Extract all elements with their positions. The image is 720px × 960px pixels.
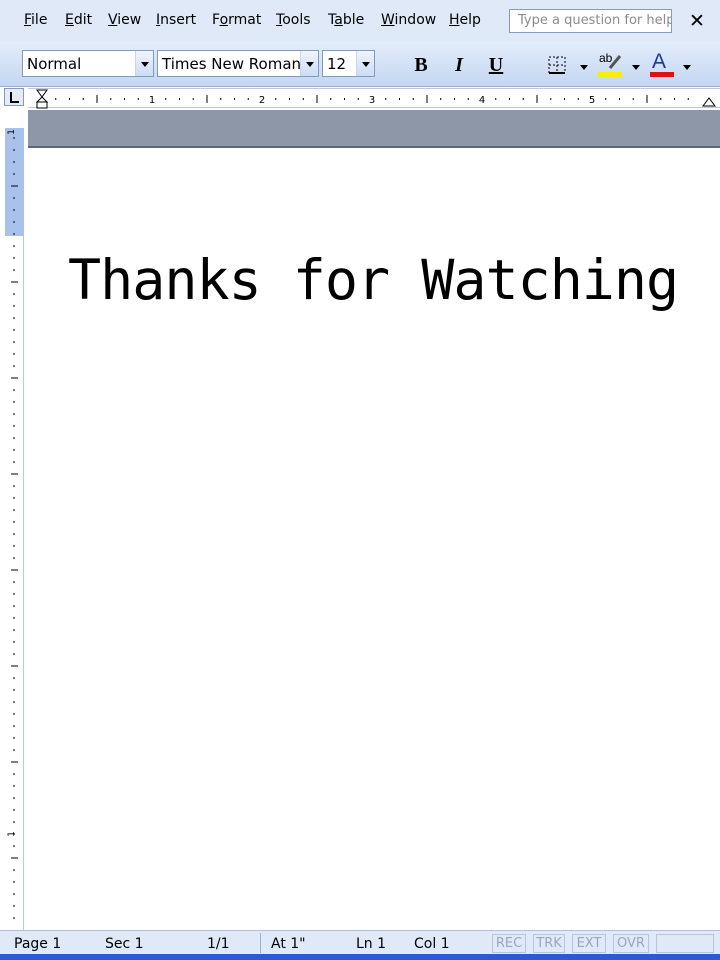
status-trk[interactable]: TRK xyxy=(533,934,565,953)
chevron-down-icon[interactable] xyxy=(300,51,318,76)
taskbar-edge xyxy=(0,954,720,960)
ruler-number: 1 xyxy=(7,129,17,135)
chevron-down-icon[interactable] xyxy=(135,51,153,76)
ruler-number: 1 xyxy=(7,831,17,837)
ruler-number: 4 xyxy=(479,95,485,106)
font-select[interactable]: Times New Roman xyxy=(157,50,319,77)
ruler-number: 2 xyxy=(259,95,265,106)
menu-help[interactable]: Help xyxy=(449,12,481,28)
menu-bar: File Edit View Insert Format Tools Table… xyxy=(0,0,720,42)
menu-window[interactable]: Window xyxy=(381,12,436,28)
menu-table[interactable]: Table xyxy=(328,12,364,28)
vertical-ruler[interactable]: 11 xyxy=(5,128,24,930)
menu-insert[interactable]: Insert xyxy=(156,12,196,28)
menu-tools[interactable]: Tools xyxy=(276,12,311,28)
underline-button[interactable]: U xyxy=(484,52,508,78)
chevron-down-icon[interactable] xyxy=(356,51,374,76)
highlight-button[interactable]: ab xyxy=(596,50,626,80)
status-rec[interactable]: REC xyxy=(492,934,526,953)
highlight-color-bar xyxy=(598,72,622,77)
tab-selector[interactable] xyxy=(4,88,24,106)
ruler-number: 5 xyxy=(589,95,595,106)
font-color-bar xyxy=(650,72,674,77)
menu-edit[interactable]: Edit xyxy=(65,12,92,28)
status-column: Col 1 xyxy=(414,936,450,952)
status-divider xyxy=(260,933,261,953)
document-page[interactable]: Thanks for Watching xyxy=(28,150,720,930)
font-size-select[interactable]: 12 xyxy=(322,50,375,77)
help-search-input[interactable]: Type a question for help xyxy=(509,9,672,33)
status-language xyxy=(656,934,714,953)
borders-icon xyxy=(548,56,566,74)
horizontal-ruler[interactable]: 1 2 3 4 5 xyxy=(28,88,720,109)
chevron-down-icon[interactable] xyxy=(632,65,640,70)
italic-button[interactable]: I xyxy=(447,52,471,78)
ruler-number: 3 xyxy=(369,95,375,106)
status-page: Page 1 xyxy=(14,936,62,952)
borders-button[interactable] xyxy=(546,54,568,76)
menu-view[interactable]: View xyxy=(108,12,141,28)
chevron-down-icon[interactable] xyxy=(683,65,691,70)
page-header-area xyxy=(28,110,720,148)
ruler-scale: 11 xyxy=(7,129,18,919)
status-ext[interactable]: EXT xyxy=(572,934,606,953)
close-icon[interactable]: ✕ xyxy=(689,10,705,32)
formatting-toolbar: Normal Times New Roman 12 B I U ab A xyxy=(0,42,720,87)
indent-marker-icon[interactable] xyxy=(35,89,49,109)
document-text[interactable]: Thanks for Watching xyxy=(68,248,679,312)
status-at: At 1" xyxy=(271,936,306,952)
chevron-down-icon[interactable] xyxy=(580,65,588,70)
font-color-button[interactable]: A xyxy=(648,50,676,80)
status-line: Ln 1 xyxy=(356,936,387,952)
menu-file[interactable]: File xyxy=(24,12,47,28)
menu-format[interactable]: Format xyxy=(212,12,261,28)
status-section: Sec 1 xyxy=(105,936,144,952)
status-page-count: 1/1 xyxy=(207,936,230,952)
ruler-number: 1 xyxy=(149,95,155,106)
bold-button[interactable]: B xyxy=(409,52,433,78)
right-indent-marker-icon[interactable] xyxy=(702,97,716,107)
style-select[interactable]: Normal xyxy=(22,50,154,77)
status-ovr[interactable]: OVR xyxy=(613,934,649,953)
ruler-scale: 1 2 3 4 5 xyxy=(35,89,716,109)
